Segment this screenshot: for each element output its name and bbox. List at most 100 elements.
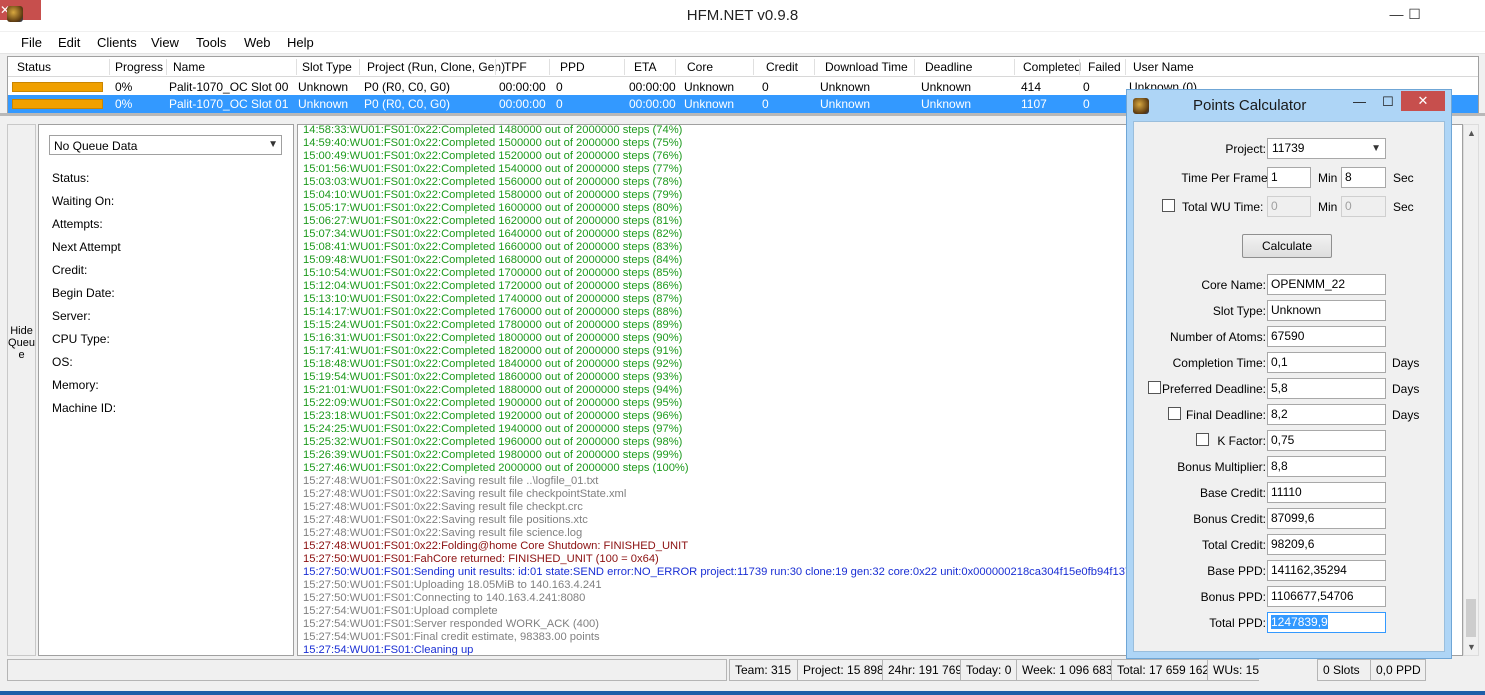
total-credit-field[interactable]: 98209,6 [1267, 534, 1386, 555]
dialog-close-button[interactable]: ✕ [1401, 91, 1445, 111]
log-line: 15:18:48:WU01:FS01:0x22:Completed 184000… [303, 358, 683, 370]
log-line: 15:04:10:WU01:FS01:0x22:Completed 158000… [303, 189, 683, 201]
log-line: 15:14:17:WU01:FS01:0x22:Completed 176000… [303, 306, 683, 318]
col-progress[interactable]: Progress [115, 60, 163, 74]
scroll-thumb[interactable] [1466, 599, 1476, 637]
status-project: Project: 15 898 [797, 659, 884, 681]
preferred-deadline-checkbox[interactable] [1148, 381, 1161, 394]
col-failed[interactable]: Failed [1088, 60, 1121, 74]
col-core[interactable]: Core [687, 60, 713, 74]
menu-edit[interactable]: Edit [58, 35, 80, 50]
log-line: 15:26:39:WU01:FS01:0x22:Completed 198000… [303, 449, 683, 461]
tpf-sec-input[interactable]: 8 [1341, 167, 1386, 188]
menu-view[interactable]: View [151, 35, 179, 50]
log-line: 15:27:46:WU01:FS01:0x22:Completed 200000… [303, 462, 689, 474]
log-line: 15:05:17:WU01:FS01:0x22:Completed 160000… [303, 202, 683, 214]
row-tpf: 00:00:00 [499, 80, 546, 94]
scroll-down-icon[interactable]: ▼ [1467, 642, 1476, 652]
log-line: 15:08:41:WU01:FS01:0x22:Completed 166000… [303, 241, 683, 253]
total-ppd-value: 1247839,9 [1271, 615, 1328, 629]
col-project[interactable]: Project (Run, Clone, Gen) [367, 60, 505, 74]
calculate-button[interactable]: Calculate [1242, 234, 1332, 258]
tpf-min-input[interactable]: 1 [1267, 167, 1311, 188]
menu-clients[interactable]: Clients [97, 35, 137, 50]
row-download-time: Unknown [820, 80, 871, 94]
status-total: Total: 17 659 162 [1111, 659, 1209, 681]
row-project: P0 (R0, C0, G0) [364, 80, 451, 94]
row-credit: 0 [762, 97, 769, 111]
col-download-time[interactable]: Download Time [825, 60, 908, 74]
preferred-deadline-field[interactable]: 5,8 [1267, 378, 1386, 399]
queue-panel: No Queue Data ▼ Status: Waiting On: Atte… [38, 124, 294, 656]
status-team: Team: 315 [729, 659, 799, 681]
status-week: Week: 1 096 683 [1016, 659, 1113, 681]
row-name: Palit-1070_OC Slot 01 [169, 97, 289, 111]
log-scrollbar[interactable]: ▲ ▼ [1463, 124, 1479, 656]
dialog-minimize-button[interactable]: — [1353, 94, 1366, 109]
k-factor-label: K Factor: [1217, 434, 1266, 448]
queue-label-machine-id: Machine ID: [52, 401, 117, 415]
bonus-ppd-field[interactable]: 1106677,54706 [1267, 586, 1386, 607]
queue-select-value: No Queue Data [54, 139, 138, 153]
k-factor-checkbox[interactable] [1196, 433, 1209, 446]
atoms-field[interactable]: 67590 [1267, 326, 1386, 347]
bonus-credit-label: Bonus Credit: [1193, 512, 1266, 526]
menu-bar: File Edit Clients View Tools Web Help [0, 32, 1485, 54]
hide-queue-button[interactable]: Hide Queue [7, 124, 36, 656]
base-ppd-field[interactable]: 141162,35294 [1267, 560, 1386, 581]
log-line: 15:27:48:WU01:FS01:0x22:Saving result fi… [303, 475, 599, 487]
log-line: 15:17:41:WU01:FS01:0x22:Completed 182000… [303, 345, 683, 357]
queue-label-next-attempt: Next Attempt [52, 240, 121, 254]
col-slot-type[interactable]: Slot Type [302, 60, 352, 74]
row-name: Palit-1070_OC Slot 00 [169, 80, 289, 94]
final-deadline-checkbox[interactable] [1168, 407, 1181, 420]
row-project: P0 (R0, C0, G0) [364, 97, 451, 111]
window-title: HFM.NET v0.9.8 [686, 7, 799, 24]
row-download-time: Unknown [820, 97, 871, 111]
col-status[interactable]: Status [17, 60, 51, 74]
bonus-credit-field[interactable]: 87099,6 [1267, 508, 1386, 529]
menu-file[interactable]: File [21, 35, 42, 50]
row-eta: 00:00:00 [629, 97, 676, 111]
col-tpf[interactable]: TPF [504, 60, 527, 74]
log-line: 15:13:10:WU01:FS01:0x22:Completed 174000… [303, 293, 683, 305]
total-ppd-field[interactable]: 1247839,9 [1267, 612, 1386, 633]
preferred-deadline-unit: Days [1392, 382, 1420, 396]
core-name-field[interactable]: OPENMM_22 [1267, 274, 1386, 295]
bonus-multiplier-field[interactable]: 8,8 [1267, 456, 1386, 477]
row-slot-type: Unknown [298, 97, 349, 111]
final-deadline-unit: Days [1392, 408, 1420, 422]
col-completed[interactable]: Completed [1023, 60, 1081, 74]
queue-select[interactable]: No Queue Data ▼ [49, 135, 282, 155]
final-deadline-field[interactable]: 8,2 [1267, 404, 1386, 425]
queue-label-attempts: Attempts: [52, 217, 103, 231]
col-eta[interactable]: ETA [634, 60, 656, 74]
maximize-button[interactable]: ☐ [1392, 0, 1437, 29]
base-credit-field[interactable]: 11110 [1267, 482, 1386, 503]
total-wu-time-checkbox[interactable] [1162, 199, 1175, 212]
col-ppd[interactable]: PPD [560, 60, 585, 74]
total-wu-min-input[interactable]: 0 [1267, 196, 1311, 217]
row-ppd: 0 [556, 80, 563, 94]
col-user-name[interactable]: User Name [1133, 60, 1194, 74]
menu-web[interactable]: Web [244, 35, 271, 50]
menu-tools[interactable]: Tools [196, 35, 226, 50]
log-line: 15:03:03:WU01:FS01:0x22:Completed 156000… [303, 176, 683, 188]
scroll-up-icon[interactable]: ▲ [1467, 128, 1476, 138]
completion-time-field[interactable]: 0,1 [1267, 352, 1386, 373]
queue-label-waiting-on: Waiting On: [52, 194, 115, 208]
tpf-label: Time Per Frame: [1181, 171, 1271, 185]
project-select[interactable]: 11739 ▼ [1267, 138, 1386, 159]
total-wu-sec-input[interactable]: 0 [1341, 196, 1386, 217]
k-factor-field[interactable]: 0,75 [1267, 430, 1386, 451]
log-line: 15:27:50:WU01:FS01:Sending unit results:… [303, 566, 1157, 578]
queue-label-os: OS: [52, 355, 73, 369]
slot-type-field[interactable]: Unknown [1267, 300, 1386, 321]
col-deadline[interactable]: Deadline [925, 60, 972, 74]
col-name[interactable]: Name [173, 60, 205, 74]
menu-help[interactable]: Help [287, 35, 314, 50]
log-line: 15:22:09:WU01:FS01:0x22:Completed 190000… [303, 397, 683, 409]
col-credit[interactable]: Credit [766, 60, 798, 74]
status-24hr: 24hr: 191 769 [882, 659, 962, 681]
dialog-maximize-button[interactable]: ☐ [1382, 94, 1394, 110]
